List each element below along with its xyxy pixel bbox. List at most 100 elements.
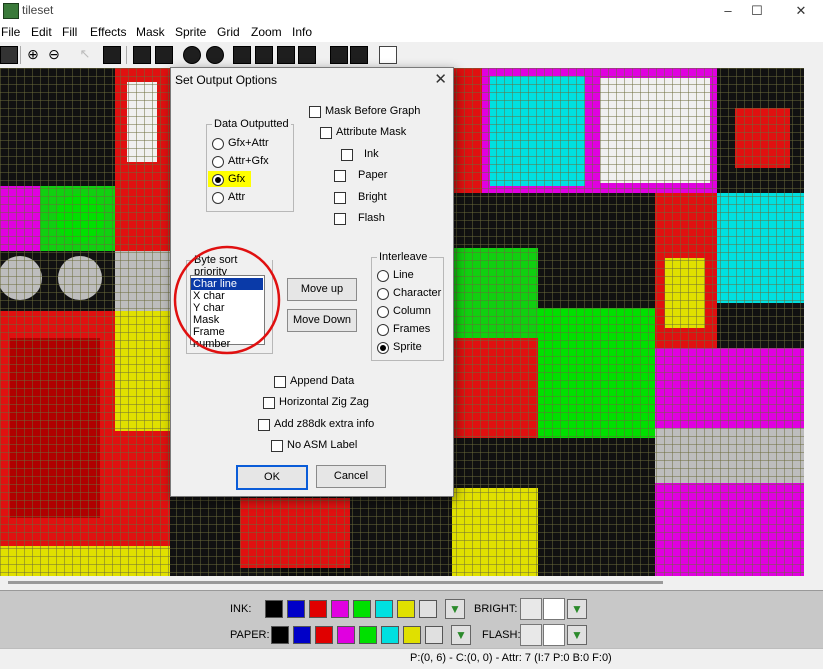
flash-on-swatch[interactable] (543, 624, 565, 646)
flip-vertical-icon[interactable] (155, 46, 173, 64)
toolbar-separator (126, 46, 127, 64)
bright-transparent-icon[interactable]: ▼ (567, 599, 587, 619)
mask-before-graph-checkbox[interactable] (309, 106, 321, 118)
zoom-in-icon[interactable]: ⊕ (25, 46, 41, 62)
radio-line[interactable] (377, 270, 389, 282)
menu-fill[interactable]: Fill (62, 25, 77, 39)
menu-zoom[interactable]: Zoom (251, 25, 282, 39)
paper-color-white[interactable] (425, 626, 443, 644)
maximize-button[interactable]: ☐ (742, 2, 772, 20)
ink-check-label: Ink (364, 148, 379, 160)
toolbar: ⊕ ⊖ ↖ (0, 42, 823, 69)
ink-color-yellow[interactable] (397, 600, 415, 618)
radio-gfx[interactable] (212, 174, 224, 186)
radio-column[interactable] (377, 306, 389, 318)
menu-info[interactable]: Info (292, 25, 312, 39)
ink-color-cyan[interactable] (375, 600, 393, 618)
flash-checkbox[interactable] (334, 213, 346, 225)
window-title: tileset (22, 3, 54, 17)
ink-checkbox[interactable] (341, 149, 353, 161)
bright-checkbox[interactable] (334, 192, 346, 204)
rotate-left-icon[interactable] (183, 46, 201, 64)
previous-frame-icon[interactable] (330, 46, 348, 64)
paper-color-green[interactable] (359, 626, 377, 644)
label-line: Line (393, 269, 414, 281)
next-frame-icon[interactable] (350, 46, 368, 64)
radio-character[interactable] (377, 288, 389, 300)
ink-color-blue[interactable] (287, 600, 305, 618)
menu-grid[interactable]: Grid (217, 25, 240, 39)
menu-mask[interactable]: Mask (136, 25, 165, 39)
z88dk-info-checkbox[interactable] (258, 419, 270, 431)
app-icon (3, 3, 19, 19)
label-frames: Frames (393, 323, 431, 335)
no-asm-label-label: No ASM Label (287, 439, 358, 451)
paper-check-label: Paper (358, 169, 388, 181)
menu-edit[interactable]: Edit (31, 25, 52, 39)
ink-color-black[interactable] (265, 600, 283, 618)
radio-frames[interactable] (377, 324, 389, 336)
flash-label: FLASH: (482, 629, 521, 641)
paper-color-black[interactable] (271, 626, 289, 644)
paper-color-cyan[interactable] (381, 626, 399, 644)
flash-transparent-icon[interactable]: ▼ (567, 625, 587, 645)
menu-file[interactable]: File (1, 25, 20, 39)
zoom-out-icon[interactable]: ⊖ (46, 46, 62, 62)
ink-color-white[interactable] (419, 600, 437, 618)
move-down-button[interactable]: Move Down (287, 309, 357, 332)
horizontal-scrollbar[interactable] (0, 576, 804, 590)
ink-transparent-icon[interactable]: ▼ (445, 599, 465, 619)
red-annotation-circle (173, 245, 281, 355)
label-character: Character (393, 287, 442, 299)
scrollbar-thumb[interactable] (8, 581, 663, 584)
shift-up-icon[interactable] (233, 46, 251, 64)
shift-down-icon[interactable] (255, 46, 273, 64)
flip-horizontal-icon[interactable] (133, 46, 151, 64)
output-options-dialog: Set Output Options ✕ Data Outputted Gfx+… (170, 67, 454, 497)
bright-on-swatch[interactable] (543, 598, 565, 620)
ink-color-green[interactable] (353, 600, 371, 618)
menu-effects[interactable]: Effects (90, 25, 126, 39)
shift-left-icon[interactable] (277, 46, 295, 64)
horizontal-zigzag-label: Horizontal Zig Zag (279, 396, 369, 408)
pointer-icon[interactable]: ↖ (77, 46, 93, 62)
shift-right-icon[interactable] (298, 46, 316, 64)
rotate-right-icon[interactable] (206, 46, 224, 64)
radio-gfx-attr[interactable] (212, 138, 224, 150)
radio-sprite[interactable] (377, 342, 389, 354)
cancel-button[interactable]: Cancel (316, 465, 386, 488)
bright-label: BRIGHT: (474, 603, 518, 615)
move-up-button[interactable]: Move up (287, 278, 357, 301)
ink-label: INK: (230, 603, 252, 615)
bright-check-label: Bright (358, 191, 387, 203)
horizontal-zigzag-checkbox[interactable] (263, 397, 275, 409)
invert-icon[interactable] (103, 46, 121, 64)
paper-color-magenta[interactable] (337, 626, 355, 644)
flash-off-swatch[interactable] (520, 624, 542, 646)
paper-color-yellow[interactable] (403, 626, 421, 644)
palette-bar: INK: ▼ BRIGHT: ▼ PAPER: ▼ FLASH: ▼ (0, 590, 823, 649)
attribute-mask-checkbox[interactable] (320, 127, 332, 139)
dialog-close-icon[interactable]: ✕ (434, 70, 447, 88)
new-page-icon[interactable] (379, 46, 397, 64)
menu-sprite[interactable]: Sprite (175, 25, 206, 39)
flash-check-label: Flash (358, 212, 385, 224)
save-icon[interactable] (0, 46, 18, 64)
paper-color-red[interactable] (315, 626, 333, 644)
label-attr-gfx: Attr+Gfx (228, 155, 269, 167)
z88dk-info-label: Add z88dk extra info (274, 418, 375, 430)
minimize-button[interactable]: – (713, 2, 743, 20)
ink-color-red[interactable] (309, 600, 327, 618)
ink-color-magenta[interactable] (331, 600, 349, 618)
radio-attr-gfx[interactable] (212, 156, 224, 168)
paper-checkbox[interactable] (334, 170, 346, 182)
radio-attr[interactable] (212, 192, 224, 204)
paper-transparent-icon[interactable]: ▼ (451, 625, 471, 645)
close-button[interactable]: ✕ (786, 2, 816, 20)
paper-color-blue[interactable] (293, 626, 311, 644)
ok-button[interactable]: OK (236, 465, 308, 490)
vertical-scrollbar[interactable] (804, 68, 823, 576)
append-data-checkbox[interactable] (274, 376, 286, 388)
bright-off-swatch[interactable] (520, 598, 542, 620)
no-asm-label-checkbox[interactable] (271, 440, 283, 452)
